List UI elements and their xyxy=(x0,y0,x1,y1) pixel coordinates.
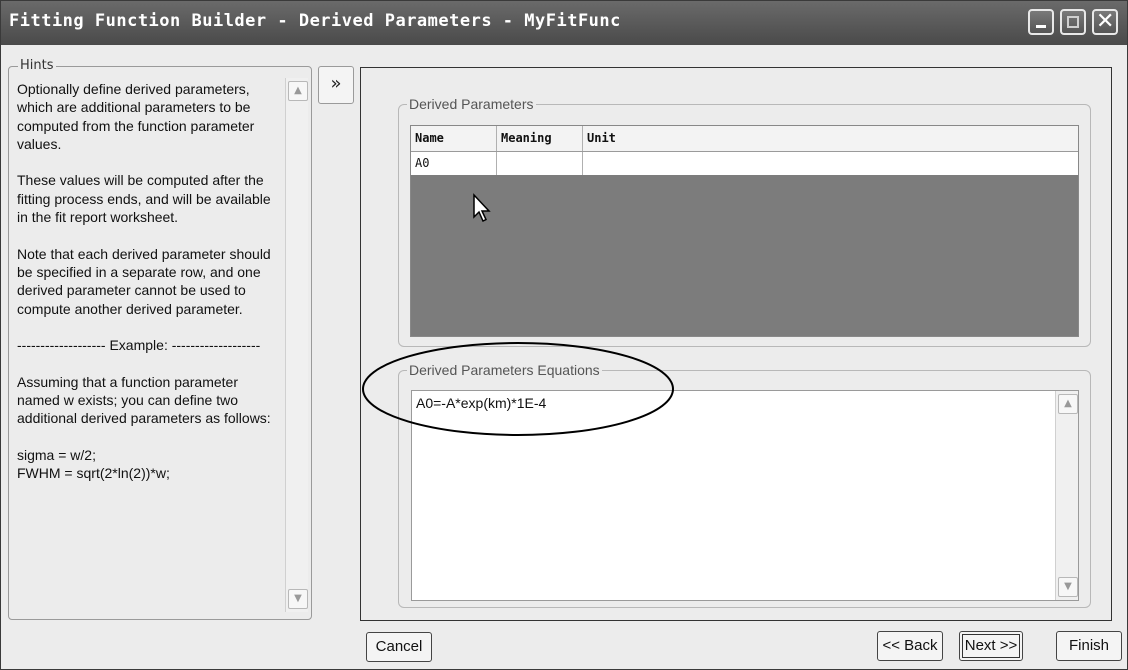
cell-meaning[interactable] xyxy=(497,152,583,175)
equations-textarea[interactable]: A0=-A*exp(km)*1E-4 ▲ ▼ xyxy=(411,390,1079,601)
scroll-up-arrow-icon[interactable]: ▲ xyxy=(1058,394,1078,414)
equations-scrollbar[interactable]: ▲ ▼ xyxy=(1055,391,1078,600)
collapse-hints-button[interactable]: » xyxy=(318,66,354,104)
column-header-name[interactable]: Name xyxy=(411,126,497,151)
cell-unit[interactable] xyxy=(583,152,1078,175)
maximize-icon xyxy=(1067,16,1079,28)
scroll-down-arrow-icon[interactable]: ▼ xyxy=(1058,577,1078,597)
scroll-down-arrow-icon[interactable]: ▼ xyxy=(288,589,308,609)
table-row[interactable]: A0 xyxy=(411,152,1078,175)
cancel-button[interactable]: Cancel xyxy=(366,632,432,662)
column-header-unit[interactable]: Unit xyxy=(583,126,1078,151)
hints-text: Optionally define derived parameters, wh… xyxy=(17,81,271,482)
cell-name[interactable]: A0 xyxy=(411,152,497,175)
hints-scrollbar[interactable]: ▲ ▼ xyxy=(285,78,308,612)
grid-header: Name Meaning Unit xyxy=(411,126,1078,152)
maximize-button[interactable] xyxy=(1060,9,1086,35)
minimize-button[interactable] xyxy=(1028,9,1054,35)
back-button[interactable]: << Back xyxy=(877,631,943,661)
equation-text: A0=-A*exp(km)*1E-4 xyxy=(416,395,547,411)
finish-button[interactable]: Finish xyxy=(1056,631,1122,661)
derived-parameters-legend: Derived Parameters xyxy=(407,96,536,112)
derived-parameters-grid[interactable]: Name Meaning Unit A0 xyxy=(410,125,1079,337)
hints-legend: Hints xyxy=(18,58,56,73)
equations-legend: Derived Parameters Equations xyxy=(407,362,602,378)
next-button[interactable]: Next >> xyxy=(959,631,1023,661)
minimize-icon xyxy=(1036,25,1046,28)
title-bar[interactable]: Fitting Function Builder - Derived Param… xyxy=(1,1,1127,45)
close-button[interactable]: ✕ xyxy=(1092,9,1118,35)
mouse-pointer-icon xyxy=(473,193,491,223)
window-title: Fitting Function Builder - Derived Param… xyxy=(9,11,621,31)
scroll-up-arrow-icon[interactable]: ▲ xyxy=(288,81,308,101)
column-header-meaning[interactable]: Meaning xyxy=(497,126,583,151)
close-icon: ✕ xyxy=(1096,9,1115,34)
